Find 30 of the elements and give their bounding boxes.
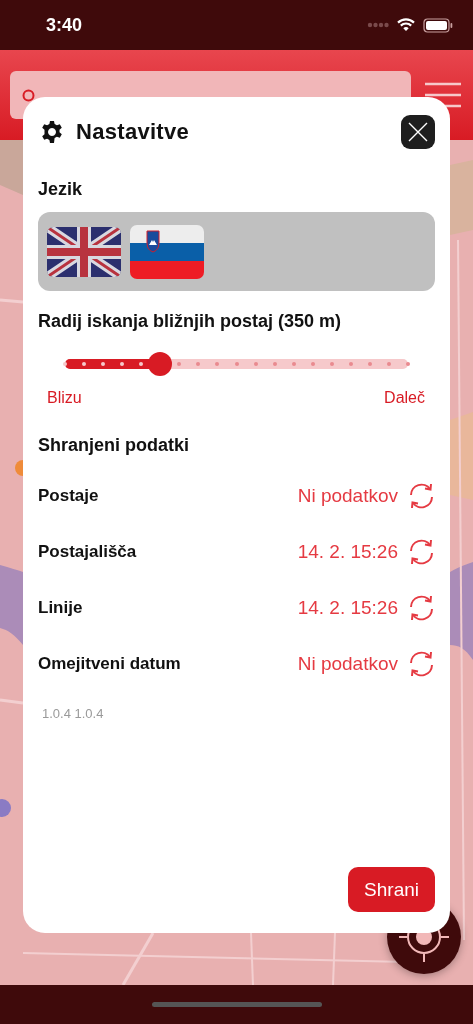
data-value: 14. 2. 15:26: [297, 541, 398, 563]
signal-icon: [367, 22, 389, 28]
refresh-icon[interactable]: [408, 482, 435, 510]
wifi-icon: [397, 18, 415, 32]
dialog-title: Nastavitve: [76, 119, 191, 145]
data-value: Ni podatkov: [297, 653, 398, 675]
section-heading: Jezik: [38, 179, 84, 200]
data-value: Ni podatkov: [297, 485, 398, 507]
data-label: Postaje: [38, 486, 100, 506]
data-label: Linije: [38, 598, 84, 618]
slider-max-label: Daleč: [384, 389, 425, 407]
refresh-icon[interactable]: [408, 650, 435, 678]
battery-icon: [423, 17, 453, 33]
status-time: 3:40: [46, 14, 83, 36]
uk-flag-icon[interactable]: [47, 226, 121, 277]
close-button[interactable]: [401, 115, 435, 149]
refresh-icon[interactable]: [408, 594, 435, 622]
close-icon: [407, 121, 429, 143]
version-text: 1.0.4 1.0.4: [42, 706, 105, 721]
section-heading: Shranjeni podatki: [38, 435, 191, 456]
search-icon: [22, 88, 35, 102]
section-heading: Radij iskanja bližnjih postaj (350 m): [38, 311, 343, 332]
data-label: Postajališča: [38, 542, 138, 562]
slider-min-label: Blizu: [47, 389, 82, 407]
data-label: Omejitveni datum: [38, 654, 182, 674]
settings-icon: [40, 120, 64, 144]
data-value: 14. 2. 15:26: [297, 597, 398, 619]
slovenia-flag-icon[interactable]: [130, 224, 204, 279]
save-button[interactable]: Shrani: [348, 867, 435, 912]
refresh-icon[interactable]: [408, 538, 435, 566]
